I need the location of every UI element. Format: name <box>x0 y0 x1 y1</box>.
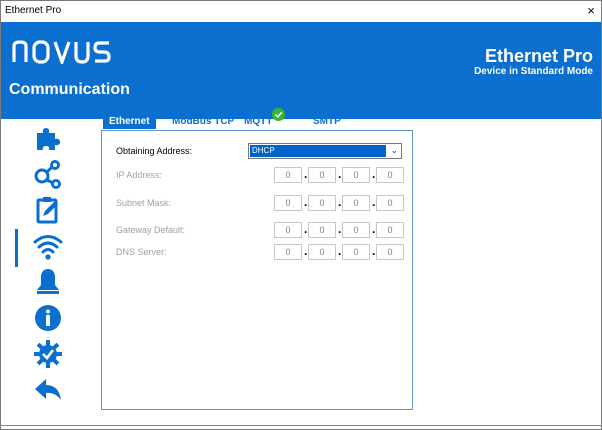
sidebar-item-communication[interactable] <box>15 229 65 267</box>
gateway-octet-2[interactable]: 0 <box>308 222 336 238</box>
dns-octet-1[interactable]: 0 <box>274 244 302 260</box>
tab-ethernet[interactable]: Ethernet <box>103 115 156 129</box>
subnet-octet-3[interactable]: 0 <box>342 195 370 211</box>
ip-address-label: IP Address: <box>116 170 162 180</box>
bell-icon <box>37 269 59 294</box>
dns-octet-4[interactable]: 0 <box>376 244 404 260</box>
tab-modbus-tcp[interactable]: ModBus TCP <box>172 116 234 127</box>
octet-separator: . <box>338 222 342 236</box>
chevron-down-icon: ⌄ <box>390 145 398 155</box>
dns-server-label: DNS Server: <box>116 247 167 257</box>
ip-octet-4[interactable]: 0 <box>376 167 404 183</box>
back-button[interactable] <box>31 373 65 407</box>
sidebar-item-general[interactable] <box>31 121 65 155</box>
dns-octet-3[interactable]: 0 <box>342 244 370 260</box>
gateway-octet-4[interactable]: 0 <box>376 222 404 238</box>
octet-separator: . <box>338 167 342 181</box>
octet-separator: . <box>304 195 308 209</box>
share-nodes-icon <box>34 160 61 189</box>
sidebar-item-info[interactable] <box>31 301 65 335</box>
sidebar-item-logs[interactable] <box>31 193 65 227</box>
sidebar-item-alarms[interactable] <box>31 265 65 299</box>
octet-separator: . <box>372 195 376 209</box>
subnet-mask-label: Subnet Mask: <box>116 198 172 208</box>
tab-mqtt[interactable]: MQTT <box>244 116 272 127</box>
device-mode: Device in Standard Mode <box>474 66 593 77</box>
octet-separator: . <box>372 222 376 236</box>
octet-separator: . <box>338 244 342 258</box>
octet-separator: . <box>304 222 308 236</box>
window-title: Ethernet Pro <box>5 5 62 16</box>
ip-octet-3[interactable]: 0 <box>342 167 370 183</box>
app-window: Ethernet Pro × Communication Ethernet Pr… <box>0 0 602 430</box>
clipboard-edit-icon <box>36 197 58 224</box>
dns-server-field: 0 . 0 . 0 . 0 <box>274 244 404 260</box>
obtaining-address-label: Obtaining Address: <box>116 146 193 156</box>
octet-separator: . <box>338 195 342 209</box>
novus-logo <box>12 40 111 64</box>
wifi-icon <box>33 235 63 260</box>
product-name: Ethernet Pro <box>484 46 593 66</box>
ip-address-field: 0 . 0 . 0 . 0 <box>274 167 404 183</box>
ethernet-panel: Obtaining Address: DHCP ⌄ IP Address: 0 … <box>101 130 413 410</box>
sidebar-item-channels[interactable] <box>31 157 65 191</box>
octet-separator: . <box>372 167 376 181</box>
close-button[interactable]: × <box>583 3 599 19</box>
back-arrow-icon <box>35 379 61 400</box>
section-title: Communication <box>9 81 130 98</box>
check-badge-icon <box>272 108 285 121</box>
window-bottom-border <box>1 425 601 426</box>
subnet-octet-4[interactable]: 0 <box>376 195 404 211</box>
obtaining-address-select[interactable]: DHCP ⌄ <box>248 143 402 159</box>
sidebar <box>9 121 89 411</box>
title-bar: Ethernet Pro × <box>1 1 601 22</box>
subnet-octet-1[interactable]: 0 <box>274 195 302 211</box>
dns-octet-2[interactable]: 0 <box>308 244 336 260</box>
gateway-default-label: Gateway Default: <box>116 225 186 235</box>
info-icon <box>35 305 61 331</box>
gear-check-icon <box>34 340 62 368</box>
octet-separator: . <box>304 244 308 258</box>
gateway-octet-1[interactable]: 0 <box>274 222 302 238</box>
obtaining-address-value: DHCP <box>250 145 386 157</box>
subnet-mask-field: 0 . 0 . 0 . 0 <box>274 195 404 211</box>
header-banner: Communication Ethernet Pro Device in Sta… <box>1 22 601 119</box>
gateway-octet-3[interactable]: 0 <box>342 222 370 238</box>
octet-separator: . <box>372 244 376 258</box>
subnet-octet-2[interactable]: 0 <box>308 195 336 211</box>
ip-octet-2[interactable]: 0 <box>308 167 336 183</box>
gateway-default-field: 0 . 0 . 0 . 0 <box>274 222 404 238</box>
puzzle-icon <box>37 128 60 150</box>
octet-separator: . <box>304 167 308 181</box>
tab-smtp[interactable]: SMTP <box>313 116 341 127</box>
ip-octet-1[interactable]: 0 <box>274 167 302 183</box>
sidebar-item-diagnostics[interactable] <box>31 337 65 371</box>
